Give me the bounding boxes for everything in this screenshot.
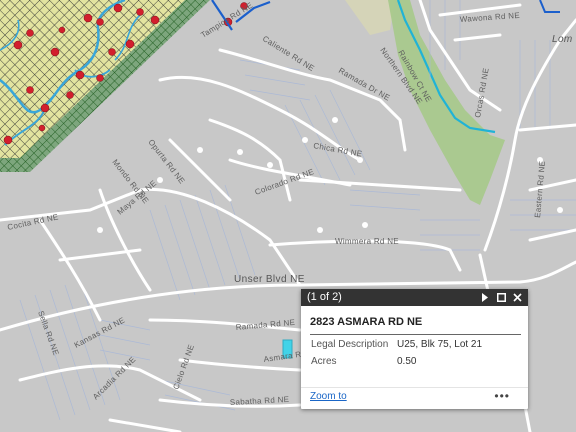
road-label-unser: Unser Blvd NE xyxy=(234,274,305,285)
feature-popup: (1 of 2) 2823 ASMARA RD NE Legal Descrip… xyxy=(301,289,528,409)
play-next-icon[interactable] xyxy=(478,289,492,306)
attribute-key: Acres xyxy=(311,356,337,367)
popup-title: 2823 ASMARA RD NE xyxy=(310,316,521,335)
district-label: Lom xyxy=(552,34,573,45)
road-label-wimmera: Wimmera Rd NE xyxy=(335,237,399,246)
zoom-to-link[interactable]: Zoom to xyxy=(310,391,347,402)
close-icon[interactable] xyxy=(510,289,524,306)
popup-header: (1 of 2) xyxy=(301,289,528,306)
maximize-icon[interactable] xyxy=(494,289,508,306)
popup-counter: (1 of 2) xyxy=(307,291,342,303)
attribute-row: Legal Description U25, Blk 75, Lot 21 xyxy=(311,339,482,356)
popup-footer: Zoom to ••• xyxy=(301,387,528,410)
attribute-value: U25, Blk 75, Lot 21 xyxy=(397,339,483,350)
attribute-table: Legal Description U25, Blk 75, Lot 21 Ac… xyxy=(311,339,482,373)
more-options-icon[interactable]: ••• xyxy=(494,389,510,403)
attribute-key: Legal Description xyxy=(311,339,389,350)
attribute-value: 0.50 xyxy=(397,356,417,367)
attribute-row: Acres 0.50 xyxy=(311,356,482,373)
